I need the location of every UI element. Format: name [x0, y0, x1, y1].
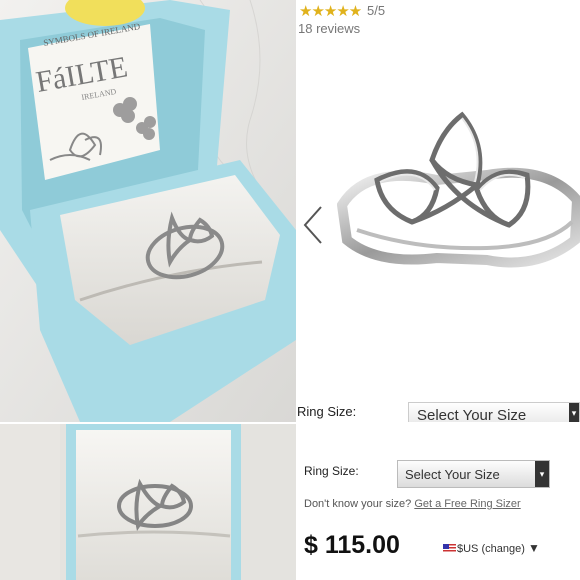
- ring-size-label: Ring Size:: [297, 404, 357, 419]
- ring-size-label: Ring Size:: [304, 464, 359, 478]
- ring-sizer-link[interactable]: Get a Free Ring Sizer: [414, 498, 520, 510]
- ring-product-image: [337, 111, 580, 268]
- review-count[interactable]: 18 reviews: [298, 21, 360, 36]
- rating-stars: ★★★★★: [299, 3, 362, 20]
- dropdown-caret-icon: ▾: [569, 403, 579, 424]
- ring-box-closeup-illustration: [0, 424, 296, 580]
- ring-sizer-question: Don't know your size?: [304, 498, 412, 510]
- currency-selector[interactable]: $US (change) ▼: [443, 541, 540, 555]
- currency-label: $US (change): [457, 543, 525, 555]
- purchase-panel: Ring Size: Select Your Size ▾ Don't know…: [297, 424, 580, 580]
- ring-size-strip: Ring Size: Select Your Size ▾: [297, 376, 580, 424]
- ring-size-select[interactable]: Select Your Size ▾: [408, 402, 580, 424]
- product-photo-box-closeup: [0, 424, 296, 580]
- price: $ 115.00: [304, 531, 400, 559]
- rating-value: 5/5: [367, 3, 386, 18]
- ring-size-select[interactable]: Select Your Size ▾: [397, 460, 550, 488]
- product-photo-box-open: SYMBOLS OF IRELAND FáILTE IRELAND: [0, 0, 296, 422]
- us-flag-icon: [443, 544, 456, 553]
- collage-divider-horizontal: [0, 422, 580, 424]
- ring-size-placeholder: Select Your Size: [405, 467, 500, 482]
- collage-divider-vertical: [296, 0, 297, 580]
- chevron-left-icon[interactable]: [301, 205, 325, 245]
- ring-box-illustration: SYMBOLS OF IRELAND FáILTE IRELAND: [0, 0, 296, 422]
- ring-sizer-help: Don't know your size? Get a Free Ring Si…: [304, 498, 521, 510]
- dropdown-caret-icon: ▾: [535, 461, 549, 487]
- product-gallery: ★★★★★ 5/5 18 reviews: [297, 0, 580, 376]
- currency-caret-icon: ▼: [527, 541, 540, 555]
